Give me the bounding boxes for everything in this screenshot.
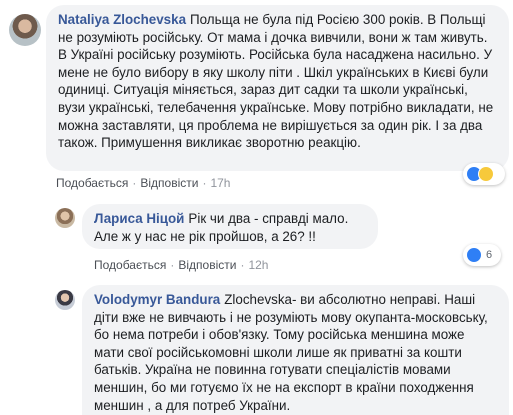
comment-author[interactable]: Nataliya Zlochevska: [58, 12, 186, 27]
comment-actions: Подобається · Відповісти · 17h: [56, 175, 230, 191]
like-link[interactable]: Подобається: [56, 176, 128, 190]
reactions-summary[interactable]: 6: [463, 244, 501, 266]
separator-dot: ·: [240, 258, 245, 272]
like-icon: [466, 247, 482, 263]
comment-author[interactable]: Лариса Ніцой: [94, 211, 184, 226]
comment-timestamp[interactable]: 17h: [210, 176, 230, 190]
separator-dot: ·: [202, 176, 207, 190]
separator-dot: ·: [132, 176, 137, 190]
reply-bubble: Лариса Ніцой Рік чи два - справді мало. А…: [82, 204, 378, 249]
reaction-count: 6: [486, 249, 493, 261]
comment-text: Польща не була під Росією 300 років. В П…: [58, 12, 494, 151]
comment-author[interactable]: Volodymyr Bandura: [94, 292, 220, 307]
avatar[interactable]: [9, 14, 41, 46]
comment-timestamp[interactable]: 12h: [248, 258, 268, 272]
comment-text: Zlochevska- ви абсолютно неправі. Наші д…: [94, 292, 488, 413]
reply-link[interactable]: Відповісти: [140, 176, 198, 190]
comment-actions: Подобається · Відповісти · 12h: [94, 257, 268, 273]
reply-link[interactable]: Відповісти: [178, 258, 236, 272]
avatar[interactable]: [55, 290, 75, 310]
haha-icon: [478, 166, 494, 182]
separator-dot: ·: [170, 258, 175, 272]
reply-bubble: Volodymyr Bandura Zlochevska- ви абсолютн…: [82, 285, 509, 415]
avatar[interactable]: [55, 208, 75, 228]
comment-bubble: Nataliya Zlochevska Польща не була під Ро…: [46, 5, 509, 171]
reactions-summary[interactable]: [463, 163, 505, 185]
like-link[interactable]: Подобається: [94, 258, 166, 272]
